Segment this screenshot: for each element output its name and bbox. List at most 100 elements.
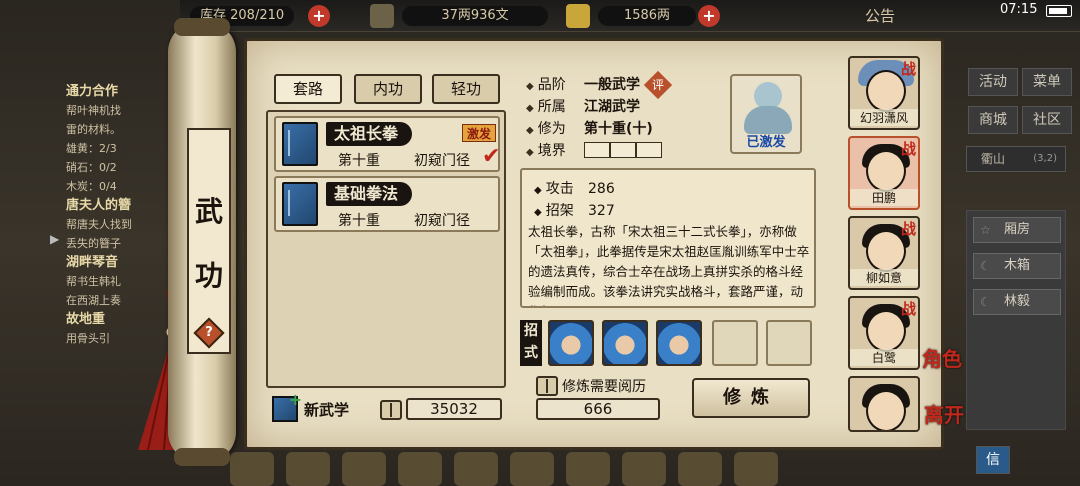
title-char: 功: [194, 259, 223, 292]
room-label: 厢房: [1003, 222, 1030, 237]
room-list: ☆ 厢房 ☾ 木箱 ☾ 林毅: [966, 210, 1066, 430]
silver-amount: 37两936文: [402, 6, 548, 26]
attack-value: 286: [588, 181, 615, 197]
menu-button[interactable]: 菜单: [1022, 68, 1072, 96]
battle-badge: 战: [900, 140, 916, 158]
battle-badge: 战: [900, 60, 916, 78]
room-item[interactable]: ☆ 厢房: [973, 217, 1061, 243]
move-slot-empty[interactable]: [766, 320, 812, 366]
character-name: 田鹏: [850, 189, 918, 206]
parry-stat: 招架327: [534, 200, 615, 220]
attack-label: 攻击: [534, 178, 588, 198]
character-name: 白鹭: [850, 349, 918, 366]
nav-tab[interactable]: [622, 452, 666, 486]
nav-tab[interactable]: [510, 452, 554, 486]
location-coord: (3,2): [1033, 153, 1057, 164]
nav-tab[interactable]: [734, 452, 778, 486]
move-slot-fist[interactable]: [548, 320, 594, 366]
art-name: 基础拳法: [326, 182, 413, 206]
clock: 07:15: [1000, 2, 1038, 17]
rate-badge-label: 评: [652, 78, 665, 92]
gold-ingot-icon: [566, 4, 590, 28]
move-slot-stance[interactable]: [602, 320, 648, 366]
nav-tab[interactable]: [342, 452, 386, 486]
tab-lightness[interactable]: 轻功: [432, 74, 500, 104]
activated-status: 已激发: [746, 135, 786, 150]
character-banner[interactable]: 角色: [922, 348, 962, 370]
realm-slot: [636, 142, 662, 158]
open-book-icon: [380, 400, 402, 420]
mail-button[interactable]: 信: [976, 446, 1010, 474]
realm-slot: [584, 142, 610, 158]
rate-badge[interactable]: 评: [644, 70, 673, 100]
character-name: 幻羽潇风: [850, 109, 918, 126]
top-resource-bar: 库存 208/210 + 37两936文 1586两 + 公告 07:15: [180, 0, 1080, 32]
nav-tab[interactable]: [566, 452, 610, 486]
announcement-button[interactable]: 公告: [865, 5, 895, 26]
panel-title: 武 功 ?: [187, 128, 231, 354]
battery-icon: [1046, 5, 1072, 17]
moon-icon: ☾: [980, 259, 991, 273]
nav-tab[interactable]: [678, 452, 722, 486]
character-card[interactable]: 战 幻羽潇风: [848, 56, 920, 130]
nav-tab[interactable]: [398, 452, 442, 486]
art-item-taizu[interactable]: 太祖长拳 激发 第十重 初窥门径 ✔: [274, 116, 500, 172]
art-stage: 初窥门径: [414, 213, 470, 229]
school-value: 江湖武学: [584, 99, 640, 115]
stance-portrait: 已激发: [730, 74, 802, 154]
cultivation-value: 第十重(十): [584, 121, 653, 137]
training-requirement-label: 修炼需要阅历: [562, 379, 646, 395]
training-requirement-value: 666: [536, 398, 660, 420]
character-card[interactable]: [848, 376, 920, 432]
star-icon: ☆: [980, 223, 991, 237]
move-slot-empty[interactable]: [712, 320, 758, 366]
nav-tab[interactable]: [286, 452, 330, 486]
move-slot-strike[interactable]: [656, 320, 702, 366]
bottom-nav-bar: [230, 446, 830, 486]
grade-value: 一般武学: [584, 77, 640, 93]
add-gold-button[interactable]: +: [698, 5, 720, 27]
tab-routine[interactable]: 套路: [274, 74, 342, 104]
attack-stat: 攻击286: [534, 178, 615, 198]
art-level: 第十重: [338, 153, 380, 169]
train-button[interactable]: 修炼: [692, 378, 810, 418]
scroll-cap-bottom: [174, 448, 230, 466]
parry-label: 招架: [534, 200, 588, 220]
help-button[interactable]: ?: [193, 317, 225, 349]
new-art-label: 新武学: [304, 401, 350, 419]
realm-label: 境界: [526, 140, 584, 160]
location-name: 衢山: [981, 152, 1006, 166]
cultivation-label: 修为: [526, 118, 584, 138]
room-item[interactable]: ☾ 木箱: [973, 253, 1061, 279]
character-card[interactable]: 战 白鹭: [848, 296, 920, 370]
battle-badge: 战: [900, 220, 916, 238]
help-icon: ?: [205, 325, 213, 340]
expand-arrow-icon[interactable]: ▶: [50, 232, 59, 246]
realm-progress: [584, 142, 662, 158]
character-card[interactable]: 战 柳如意: [848, 216, 920, 290]
character-card[interactable]: 战 田鹏: [848, 136, 920, 210]
moves-label: 招式: [520, 320, 542, 366]
art-description: 太祖长拳，古称「宋太祖三十二式长拳」，亦称做「太祖拳」，此拳据传是宋太祖赵匡胤训…: [528, 224, 810, 306]
art-name: 太祖长拳: [326, 122, 413, 146]
leave-banner[interactable]: 离开: [924, 404, 964, 426]
skill-book-icon: [282, 122, 318, 166]
checkmark-icon: ✔: [482, 144, 501, 169]
add-inventory-button[interactable]: +: [308, 5, 330, 27]
tab-inner-power[interactable]: 内功: [354, 74, 422, 104]
shop-button[interactable]: 商城: [968, 106, 1018, 134]
nav-tab[interactable]: [454, 452, 498, 486]
art-item-basic-fist[interactable]: 基础拳法 第十重 初窥门径: [274, 176, 500, 232]
location-display: 衢山 (3,2): [966, 146, 1066, 172]
art-description-box[interactable]: 攻击286 招架327 太祖长拳，古称「宋太祖三十二式长拳」，亦称做「太祖拳」，…: [520, 168, 816, 308]
character-name: 柳如意: [850, 269, 918, 286]
art-level: 第十重: [338, 213, 380, 229]
new-book-icon: [272, 390, 302, 422]
scroll-cap-top: [174, 18, 230, 36]
community-button[interactable]: 社区: [1022, 106, 1072, 134]
character-avatar: [866, 390, 906, 430]
nav-tab[interactable]: [230, 452, 274, 486]
monk-body: [744, 106, 792, 134]
activity-button[interactable]: 活动: [968, 68, 1018, 96]
room-item[interactable]: ☾ 林毅: [973, 289, 1061, 315]
